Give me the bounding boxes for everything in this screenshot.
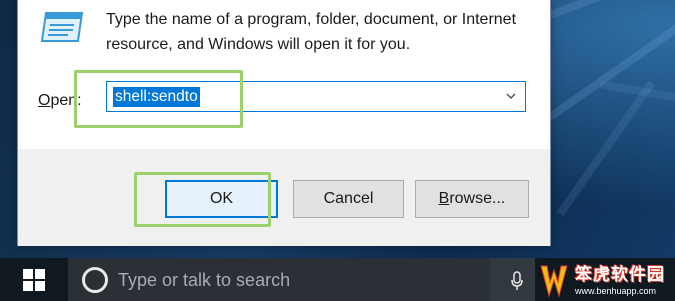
browse-button[interactable]: Browse... — [415, 180, 529, 218]
cortana-icon — [82, 267, 108, 293]
chevron-down-icon[interactable] — [505, 90, 517, 102]
start-button[interactable] — [0, 258, 68, 301]
browse-label-text: rowse... — [449, 190, 506, 207]
search-placeholder: Type or talk to search — [118, 270, 291, 290]
taskbar-search-box[interactable]: Type or talk to search — [68, 258, 490, 301]
open-label-accesskey: O — [38, 92, 51, 109]
watermark-title: 笨虎软件园 — [575, 264, 665, 285]
watermark-url: www.benhuapp.com — [575, 285, 657, 296]
windows-logo-icon — [23, 268, 45, 291]
watermark-logo-icon — [540, 265, 568, 298]
microphone-icon[interactable] — [510, 271, 524, 291]
input-highlight-box — [74, 70, 243, 128]
dialog-description: Type the name of a program, folder, docu… — [106, 11, 517, 53]
site-watermark: 笨虎软件园 www.benhuapp.com — [537, 260, 675, 301]
ok-highlight-box — [134, 172, 271, 227]
cancel-button[interactable]: Cancel — [293, 180, 404, 218]
browse-accesskey: B — [438, 190, 450, 207]
run-app-icon — [40, 12, 84, 42]
